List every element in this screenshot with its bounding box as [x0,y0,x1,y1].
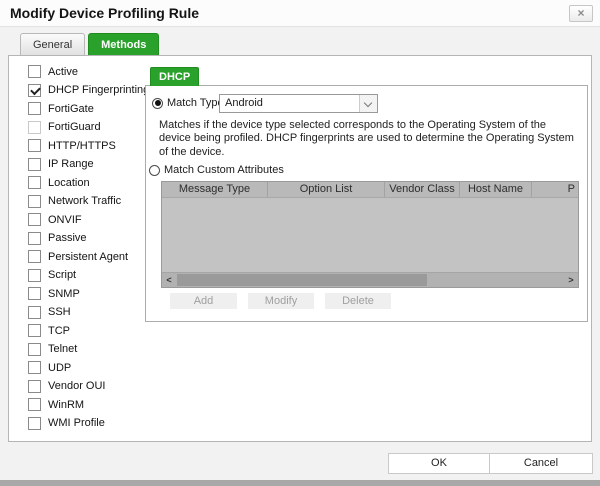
scrollbar-thumb[interactable] [177,274,427,286]
method-item-fortigate[interactable]: FortiGate [28,102,149,115]
methods-tab-panel: Active DHCP Fingerprinting FortiGate For… [8,55,592,442]
column-header-option-list: Option List [268,182,385,197]
checkbox[interactable] [28,157,41,171]
checkbox[interactable] [28,250,41,263]
dhcp-group: DHCP Match Type Android Matches if the d… [145,67,588,322]
column-header-message-type: Message Type [162,182,268,197]
page-background-edge [0,480,600,486]
scroll-right-icon[interactable]: > [564,273,578,287]
radio-selected-icon[interactable] [152,97,163,109]
column-header-host-name: Host Name [460,182,532,197]
method-list: Active DHCP Fingerprinting FortiGate For… [28,65,149,435]
match-custom-attributes-radio[interactable]: Match Custom Attributes [149,164,284,176]
table-body-empty [162,198,578,272]
method-item-ip-range[interactable]: IP Range [28,157,149,171]
dropdown-value: Android [225,97,263,109]
checkbox[interactable] [28,379,41,393]
checkbox[interactable] [28,213,41,226]
tab-bar: General Methods [20,33,160,55]
method-item-winrm[interactable]: WinRM [28,398,149,411]
method-item-location[interactable]: Location [28,176,149,189]
method-item-http-https[interactable]: HTTP/HTTPS [28,139,149,152]
dropdown-arrow-box[interactable] [359,95,377,112]
method-item-snmp[interactable]: SNMP [28,287,149,300]
modify-device-profiling-rule-dialog: Modify Device Profiling Rule × General M… [0,0,600,486]
checkbox[interactable] [28,342,41,356]
method-item-fortiguard[interactable]: FortiGuard [28,120,149,134]
checkbox[interactable] [28,287,41,300]
method-item-persistent-agent[interactable]: Persistent Agent [28,250,149,263]
scroll-left-icon[interactable]: < [162,273,176,287]
checkbox[interactable] [28,268,41,282]
method-item-onvif[interactable]: ONVIF [28,213,149,226]
delete-button[interactable]: Delete [325,293,391,309]
checkbox[interactable] [28,102,41,115]
method-item-active[interactable]: Active [28,65,149,78]
tab-general[interactable]: General [20,33,86,55]
checkbox[interactable] [28,139,41,152]
add-button[interactable]: Add [170,293,237,309]
method-item-wmi-profile[interactable]: WMI Profile [28,416,149,430]
column-header-parameter: P [567,183,575,195]
custom-attributes-table: Message Type Option List Vendor Class Ho… [161,181,579,288]
checkbox[interactable] [28,398,41,411]
cancel-button[interactable]: Cancel [489,453,593,474]
method-item-tcp[interactable]: TCP [28,324,149,337]
horizontal-scrollbar[interactable]: < > [162,272,578,287]
method-item-network-traffic[interactable]: Network Traffic [28,194,149,208]
column-header-vendor-class: Vendor Class [385,182,460,197]
checkbox[interactable] [28,305,41,319]
method-item-udp[interactable]: UDP [28,361,149,374]
checkbox[interactable] [28,361,41,374]
ok-button[interactable]: OK [388,453,490,474]
checkbox[interactable] [28,416,41,430]
checkbox[interactable] [28,194,41,208]
checkbox[interactable] [28,65,41,78]
tab-methods[interactable]: Methods [88,33,160,55]
checkbox[interactable] [28,176,41,189]
match-type-description: Matches if the device type selected corr… [159,119,574,158]
checkbox[interactable] [28,324,41,337]
chevron-down-icon [363,98,373,108]
dialog-titlebar: Modify Device Profiling Rule × [0,0,600,27]
method-item-script[interactable]: Script [28,268,149,282]
method-item-vendor-oui[interactable]: Vendor OUI [28,379,149,393]
method-item-passive[interactable]: Passive [28,231,149,245]
method-item-dhcp-fingerprinting[interactable]: DHCP Fingerprinting [28,83,149,97]
match-type-radio[interactable]: Match Type [152,97,224,109]
method-item-telnet[interactable]: Telnet [28,342,149,356]
dhcp-group-tab: DHCP [150,67,200,86]
device-type-dropdown[interactable]: Android [219,94,378,113]
dialog-title: Modify Device Profiling Rule [10,5,200,21]
checkbox-disabled [28,120,41,134]
method-item-ssh[interactable]: SSH [28,305,149,319]
checkbox-checked[interactable] [28,83,41,97]
close-icon[interactable]: × [569,5,593,22]
radio-unselected-icon[interactable] [149,164,160,176]
checkmark-icon [30,84,41,95]
table-header-row: Message Type Option List Vendor Class Ho… [162,182,578,198]
modify-button[interactable]: Modify [248,293,314,309]
checkbox[interactable] [28,231,41,245]
